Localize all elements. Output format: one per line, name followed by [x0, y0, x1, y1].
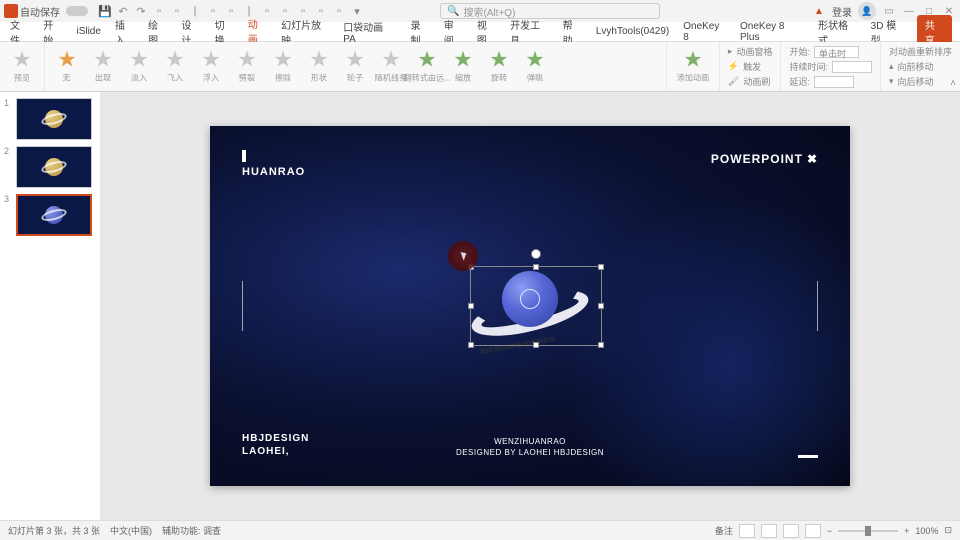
anim-wheel[interactable]: 轮子 [339, 49, 371, 84]
slide-thumb[interactable] [16, 146, 92, 188]
start-dropdown[interactable]: 单击时 [814, 46, 859, 58]
zoom-slider[interactable] [838, 530, 898, 532]
cursor-indicator [448, 241, 478, 271]
resize-handle[interactable] [598, 264, 604, 270]
anim-flyin[interactable]: 飞入 [159, 49, 191, 84]
decor-bar [798, 455, 818, 458]
zoom-out-icon[interactable]: − [827, 526, 832, 536]
move-later-button[interactable]: ▾向后移动 [889, 75, 952, 88]
slide-bottomleft-text: HBJDESIGNLAOHEI, [242, 432, 309, 458]
zoom-level[interactable]: 100% [915, 526, 938, 536]
x-icon: ✖ [807, 152, 818, 166]
resize-handle[interactable] [598, 303, 604, 309]
status-accessibility[interactable]: 辅助功能: 调查 [162, 524, 221, 537]
fit-icon[interactable]: ⊡ [944, 525, 952, 536]
move-earlier-button[interactable]: ▴向前移动 [889, 60, 952, 73]
anim-randombars[interactable]: 随机线条 [375, 49, 407, 84]
anim-split[interactable]: 劈裂 [231, 49, 263, 84]
add-animation-button[interactable]: 添加动画 [675, 49, 711, 84]
animation-painter-button[interactable]: 🖌动画刷 [728, 75, 773, 88]
animation-pane-button[interactable]: ▸动画窗格 [728, 45, 773, 58]
slide-bottomcenter-text: WENZIHUANRAODESIGNED BY LAOHEI HBJDESIGN [456, 436, 604, 458]
accent-bar [242, 150, 246, 162]
start-label: 开始: [789, 45, 810, 58]
slide: HUANRAO POWERPOINT✖ HBJDESIGNLAOHEI, WEN… [210, 126, 850, 486]
collapse-ribbon-icon[interactable]: ˄ [950, 78, 956, 89]
view-reading-icon[interactable] [783, 524, 799, 538]
thumb-number: 1 [4, 98, 12, 140]
reorder-label: 对动画重新排序 [889, 45, 952, 58]
preview-button[interactable]: 预览 [6, 49, 38, 84]
slide-topright-text: POWERPOINT✖ [711, 152, 818, 166]
view-normal-icon[interactable] [739, 524, 755, 538]
slide-thumb[interactable] [16, 98, 92, 140]
resize-handle[interactable] [598, 342, 604, 348]
anim-spin[interactable]: 旋转 [483, 49, 515, 84]
decor-line [817, 281, 818, 331]
rotate-handle[interactable] [531, 249, 541, 259]
anim-float[interactable]: 浮入 [195, 49, 227, 84]
delay-label: 延迟: [789, 75, 810, 88]
resize-handle[interactable] [533, 342, 539, 348]
notes-button[interactable]: 备注 [715, 524, 733, 537]
resize-handle[interactable] [468, 342, 474, 348]
anim-appear[interactable]: 出现 [87, 49, 119, 84]
save-icon[interactable]: 💾 [98, 4, 112, 18]
slide-thumb-selected[interactable] [16, 194, 92, 236]
status-lang[interactable]: 中文(中国) [110, 524, 152, 537]
duration-label: 持续时间: [789, 60, 828, 73]
selection-box[interactable] [470, 266, 602, 346]
decor-line [242, 281, 243, 331]
slide-topleft-text: HUANRAO [242, 166, 305, 178]
anim-fade[interactable]: 淡入 [123, 49, 155, 84]
resize-handle[interactable] [533, 264, 539, 270]
zoom-in-icon[interactable]: + [904, 526, 909, 536]
view-sorter-icon[interactable] [761, 524, 777, 538]
delay-input[interactable] [814, 76, 854, 88]
slide-thumbnails: 1 2 3 [0, 92, 100, 520]
anim-shape[interactable]: 形状 [303, 49, 335, 84]
slide-canvas[interactable]: HUANRAO POWERPOINT✖ HBJDESIGNLAOHEI, WEN… [100, 92, 960, 520]
duration-input[interactable] [832, 61, 872, 73]
tab-lvyh[interactable]: LvyhTools(0429) [594, 23, 671, 40]
tab-islide[interactable]: iSlide [74, 23, 102, 40]
resize-handle[interactable] [468, 303, 474, 309]
autosave-toggle[interactable] [66, 6, 88, 16]
anim-zoom[interactable]: 缩放 [447, 49, 479, 84]
anim-wipe[interactable]: 擦除 [267, 49, 299, 84]
view-slideshow-icon[interactable] [805, 524, 821, 538]
trigger-button[interactable]: ⚡触发 [728, 60, 773, 73]
thumb-number: 2 [4, 146, 12, 188]
anim-grow[interactable]: 翻转式由远... [411, 49, 443, 84]
thumb-number: 3 [4, 194, 12, 236]
status-slide-info: 幻灯片第 3 张，共 3 张 [8, 524, 100, 537]
anim-bounce[interactable]: 弹跳 [519, 49, 551, 84]
anim-none[interactable]: 无 [51, 49, 83, 84]
